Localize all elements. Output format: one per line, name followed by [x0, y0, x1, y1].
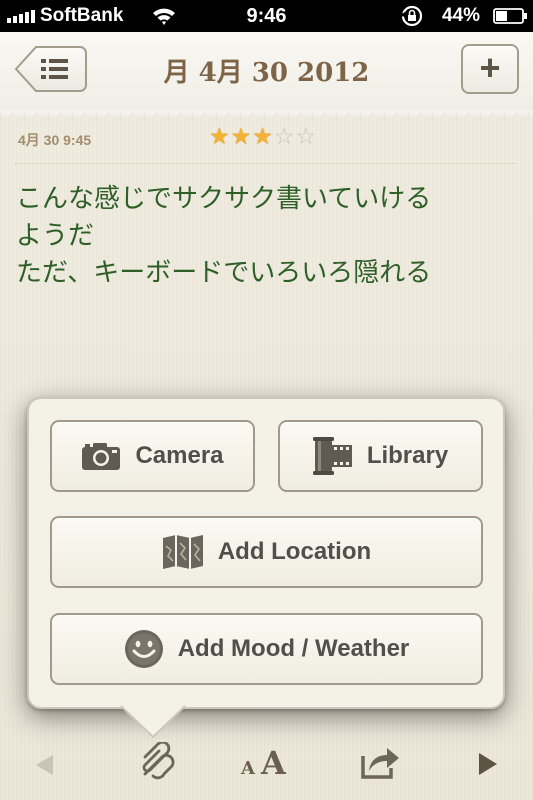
- entry-timestamp: 4月 30 9:45: [18, 132, 92, 148]
- entry-divider: [15, 163, 515, 164]
- library-button[interactable]: Library: [278, 420, 483, 492]
- font-size-large-glyph: A: [261, 744, 286, 782]
- paperclip-icon[interactable]: [138, 742, 176, 784]
- star-icon[interactable]: ★: [231, 124, 252, 148]
- star-icon[interactable]: ☆: [274, 124, 295, 148]
- font-size-small-glyph: A: [241, 758, 255, 779]
- film-canister-icon: [312, 437, 352, 475]
- star-icon[interactable]: ☆: [296, 124, 317, 148]
- add-location-label: Add Location: [217, 538, 372, 565]
- status-bar: SoftBank 9:46 44%: [0, 0, 533, 32]
- list-icon: [41, 59, 68, 79]
- battery-icon: [493, 8, 527, 24]
- library-label: Library: [366, 442, 449, 469]
- page-title: 月 4月 30 2012: [163, 58, 370, 88]
- entry-line: こんな感じでサクサク書いていける: [16, 184, 432, 214]
- entry-line: ただ、キーボードでいろいろ隠れる: [16, 258, 432, 288]
- rotation-lock-icon: [400, 5, 423, 27]
- share-icon[interactable]: [360, 744, 400, 780]
- smiley-icon: [124, 630, 163, 668]
- entries-list-button[interactable]: [14, 45, 88, 93]
- entry-text[interactable]: こんな感じでサクサク書いていける ようだ ただ、キーボードでいろいろ隠れる: [16, 181, 526, 292]
- forward-arrow-icon[interactable]: [477, 752, 499, 776]
- star-icon[interactable]: ★: [209, 124, 230, 148]
- battery-percent: 44%: [442, 5, 481, 26]
- font-size-button[interactable]: A A: [241, 744, 293, 782]
- back-arrow-icon[interactable]: [34, 754, 56, 776]
- add-mood-weather-label: Add Mood / Weather: [177, 635, 410, 662]
- nav-scallop-edge: [0, 110, 533, 122]
- camera-button[interactable]: Camera: [50, 420, 255, 492]
- map-icon: [162, 535, 203, 569]
- add-location-button[interactable]: Add Location: [50, 516, 483, 588]
- add-mood-weather-button[interactable]: Add Mood / Weather: [50, 613, 483, 685]
- add-entry-button[interactable]: +: [461, 44, 519, 94]
- star-icon[interactable]: ★: [252, 124, 273, 148]
- entry-line: ようだ: [16, 221, 95, 251]
- rating-stars[interactable]: ★ ★ ★ ☆ ☆: [209, 124, 316, 148]
- camera-label: Camera: [135, 442, 224, 469]
- camera-icon: [82, 443, 121, 470]
